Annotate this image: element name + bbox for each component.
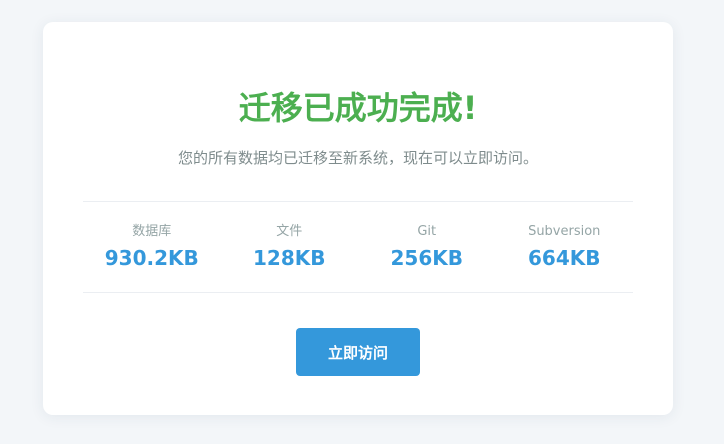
stat-files: 文件 128KB (239, 223, 339, 271)
stat-value: 664KB (528, 246, 601, 270)
page-title: 迁移已成功完成! (238, 89, 478, 127)
stat-label: 文件 (276, 224, 303, 239)
stat-label: Subversion (528, 224, 601, 239)
migration-complete-card: 迁移已成功完成! 您的所有数据均已迁移至新系统，现在可以立即访问。 数据库 93… (43, 22, 673, 415)
migration-stats: 数据库 930.2KB 文件 128KB Git 256KB Subversio… (83, 201, 633, 293)
stat-value: 256KB (390, 246, 464, 270)
stat-git: Git 256KB (377, 223, 477, 271)
stat-value: 128KB (253, 246, 326, 270)
stat-database: 数据库 930.2KB (102, 223, 202, 271)
stat-label: 数据库 (132, 224, 172, 239)
stat-subversion: Subversion 664KB (514, 223, 614, 271)
stat-value: 930.2KB (104, 246, 199, 270)
page-subtitle: 您的所有数据均已迁移至新系统，现在可以立即访问。 (177, 149, 538, 167)
visit-now-button[interactable]: 立即访问 (296, 328, 420, 376)
stat-label: Git (417, 224, 437, 239)
